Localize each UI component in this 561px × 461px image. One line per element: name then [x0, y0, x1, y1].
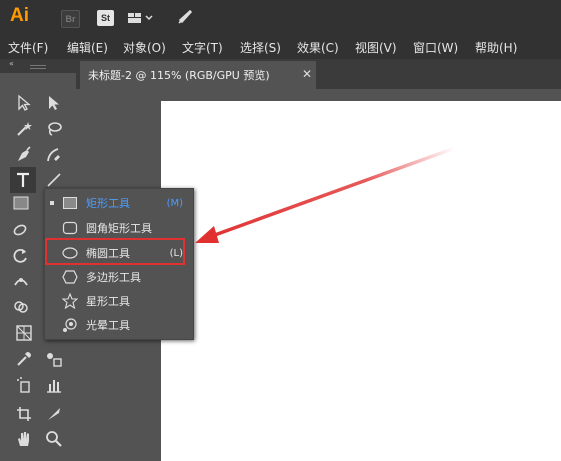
- menu-help[interactable]: 帮助(H): [475, 39, 517, 56]
- workspace-switcher[interactable]: [128, 10, 158, 26]
- curvature-tool[interactable]: [43, 144, 65, 166]
- menu-view[interactable]: 视图(V): [355, 39, 397, 56]
- rotate-tool[interactable]: [10, 244, 32, 266]
- symbol-sprayer-icon: [17, 377, 30, 393]
- direct-selection-tool[interactable]: [43, 92, 65, 114]
- flyout-label: 矩形工具: [86, 197, 130, 210]
- blend-icon: [47, 353, 62, 367]
- document-tab-title: 未标题-2 @ 115% (RGB/GPU 预览): [88, 69, 270, 82]
- flyout-item-flare[interactable]: 光晕工具: [45, 313, 193, 337]
- document-tab[interactable]: 未标题-2 @ 115% (RGB/GPU 预览) ✕: [80, 61, 316, 89]
- title-bar: Ai Br St: [0, 0, 561, 35]
- artboard[interactable]: [161, 101, 561, 461]
- eraser-tool[interactable]: [10, 218, 32, 240]
- perspective-grid-tool[interactable]: [13, 322, 35, 344]
- column-graph-icon: [47, 380, 61, 393]
- flyout-item-rounded-rectangle[interactable]: 圆角矩形工具: [45, 216, 193, 240]
- eyedropper-icon: [17, 352, 31, 366]
- zoom-magnifier-icon: [46, 431, 62, 447]
- flyout-item-polygon[interactable]: 多边形工具: [45, 265, 193, 289]
- pen-icon: [18, 146, 31, 161]
- menu-type[interactable]: 文字(T): [182, 39, 223, 56]
- rotate-icon: [13, 248, 27, 263]
- knife-icon: [48, 408, 60, 420]
- magic-wand-icon: [17, 122, 32, 136]
- eyedropper-tool[interactable]: [13, 348, 35, 370]
- collapse-icon[interactable]: «: [9, 59, 14, 68]
- flare-icon: [63, 318, 77, 332]
- bridge-button[interactable]: Br: [61, 10, 80, 28]
- rounded-rectangle-icon: [62, 221, 78, 235]
- grip-icon[interactable]: [30, 65, 46, 69]
- flyout-label: 光晕工具: [86, 319, 130, 332]
- menu-bar: 文件(F) 编辑(E) 对象(O) 文字(T) 选择(S) 效果(C) 视图(V…: [0, 35, 561, 59]
- width-tool-icon: [14, 278, 28, 286]
- shape-builder-icon: [14, 301, 28, 313]
- artboard-icon: [17, 407, 31, 421]
- rectangle-tool[interactable]: [10, 192, 32, 214]
- magic-wand-tool[interactable]: [13, 118, 35, 140]
- slice-tool[interactable]: [43, 403, 65, 425]
- flyout-item-rectangle[interactable]: 矩形工具 (M): [45, 191, 193, 215]
- flyout-label: 星形工具: [86, 295, 130, 308]
- line-segment-icon: [47, 173, 61, 187]
- direct-selection-arrow-icon: [49, 96, 59, 110]
- selection-tool[interactable]: [13, 92, 35, 114]
- tools-panel-header[interactable]: «: [0, 59, 76, 73]
- lasso-icon: [48, 122, 62, 136]
- rectangle-icon: [13, 196, 29, 210]
- hand-tool[interactable]: [13, 428, 35, 450]
- menu-edit[interactable]: 编辑(E): [67, 39, 108, 56]
- menu-select[interactable]: 选择(S): [240, 39, 281, 56]
- eraser-icon: [13, 224, 27, 236]
- zoom-tool[interactable]: [43, 428, 65, 450]
- app-logo: Ai: [10, 5, 29, 26]
- stock-button[interactable]: St: [97, 10, 114, 26]
- close-icon[interactable]: ✕: [302, 67, 312, 81]
- flyout-label: 多边形工具: [86, 271, 141, 284]
- lasso-tool[interactable]: [43, 118, 65, 140]
- polygon-icon: [62, 270, 78, 284]
- document-tab-bar: 未标题-2 @ 115% (RGB/GPU 预览) ✕: [76, 59, 561, 89]
- curvature-pen-icon: [47, 148, 60, 162]
- annotation-highlight-box: [45, 238, 185, 265]
- rocket-icon[interactable]: [174, 6, 196, 28]
- menu-effect[interactable]: 效果(C): [297, 39, 339, 56]
- menu-object[interactable]: 对象(O): [123, 39, 166, 56]
- flyout-shortcut: (M): [166, 197, 183, 209]
- type-t-icon: [17, 172, 29, 187]
- menu-window[interactable]: 窗口(W): [413, 39, 458, 56]
- symbol-sprayer-tool[interactable]: [13, 374, 35, 396]
- width-tool[interactable]: [10, 270, 32, 292]
- blend-tool[interactable]: [43, 348, 65, 370]
- selection-arrow-icon: [18, 94, 31, 111]
- perspective-grid-icon: [16, 325, 32, 341]
- artboard-tool[interactable]: [13, 403, 35, 425]
- star-icon: [62, 293, 78, 309]
- type-tool[interactable]: [10, 167, 36, 193]
- pen-tool[interactable]: [13, 144, 35, 166]
- menu-file[interactable]: 文件(F): [8, 39, 48, 56]
- selected-indicator-icon: [50, 201, 54, 205]
- workspace-grid-icon: [128, 13, 153, 23]
- flyout-item-star[interactable]: 星形工具: [45, 289, 193, 313]
- flyout-label: 圆角矩形工具: [86, 222, 152, 235]
- hand-icon: [18, 432, 29, 446]
- shape-builder-tool[interactable]: [10, 296, 32, 318]
- column-graph-tool[interactable]: [43, 374, 65, 396]
- rectangle-icon: [63, 197, 77, 209]
